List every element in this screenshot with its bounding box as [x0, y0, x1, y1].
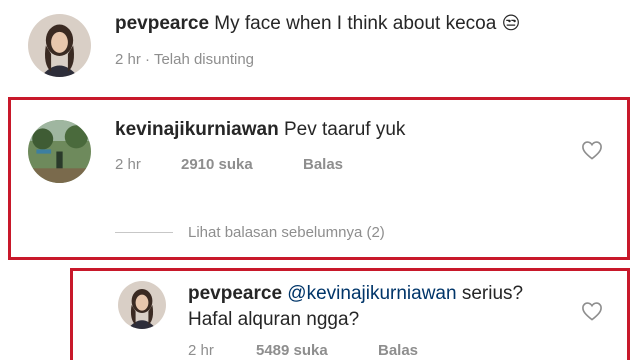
comment-3-mention[interactable]: @kevinajikurniawan	[287, 283, 456, 304]
view-replies-line	[115, 232, 173, 233]
comment-3-line-2: Hafal alquran ngga?	[188, 309, 359, 331]
view-previous-replies-link[interactable]: Lihat balasan sebelumnya (2)	[188, 224, 385, 241]
comment-3-like-button[interactable]	[581, 301, 603, 321]
comment-2-line: kevinajikurniawan Pev taaruf yuk	[115, 119, 405, 141]
heart-outline-icon	[582, 141, 602, 160]
comment-1-time: 2 hr	[115, 51, 141, 68]
comment-1-username[interactable]: pevpearce	[115, 13, 209, 34]
comment-2-likes[interactable]: 2910 suka	[181, 156, 253, 173]
comment-2-time: 2 hr	[115, 156, 141, 173]
comment-2-text: Pev taaruf yuk	[283, 119, 406, 140]
comment-3-username[interactable]: pevpearce	[188, 283, 282, 304]
comment-1-meta: 2 hr · Telah disunting	[115, 51, 254, 68]
comment-3-reply-button[interactable]: Balas	[378, 342, 418, 359]
comment-2-meta: 2 hr	[115, 156, 141, 173]
comment-1-text: My face when I think about kecoa	[214, 13, 497, 34]
unamused-emoji: 😒	[501, 13, 521, 33]
avatar-pevpearce[interactable]	[28, 14, 91, 77]
comment-2-username[interactable]: kevinajikurniawan	[115, 119, 279, 140]
comment-3-likes[interactable]: 5489 suka	[256, 342, 328, 359]
meta-separator: ·	[145, 51, 151, 68]
comment-3-time: 2 hr	[188, 342, 214, 359]
heart-outline-icon	[582, 302, 602, 321]
comment-3-text-1: serius?	[461, 283, 524, 304]
comment-3-text-2: Hafal alquran ngga?	[188, 309, 360, 330]
comment-3-meta: 2 hr	[188, 342, 214, 359]
comment-2-reply-button[interactable]: Balas	[303, 156, 343, 173]
comment-3-line-1: pevpearce @kevinajikurniawan serius?	[188, 283, 523, 305]
comment-2-like-button[interactable]	[581, 140, 603, 160]
comment-1-edited: Telah disunting	[153, 51, 255, 68]
avatar-pevpearce-reply[interactable]	[118, 281, 166, 329]
comment-1-line: pevpearce My face when I think about kec…	[115, 13, 520, 35]
avatar-kevinajikurniawan[interactable]	[28, 120, 91, 183]
